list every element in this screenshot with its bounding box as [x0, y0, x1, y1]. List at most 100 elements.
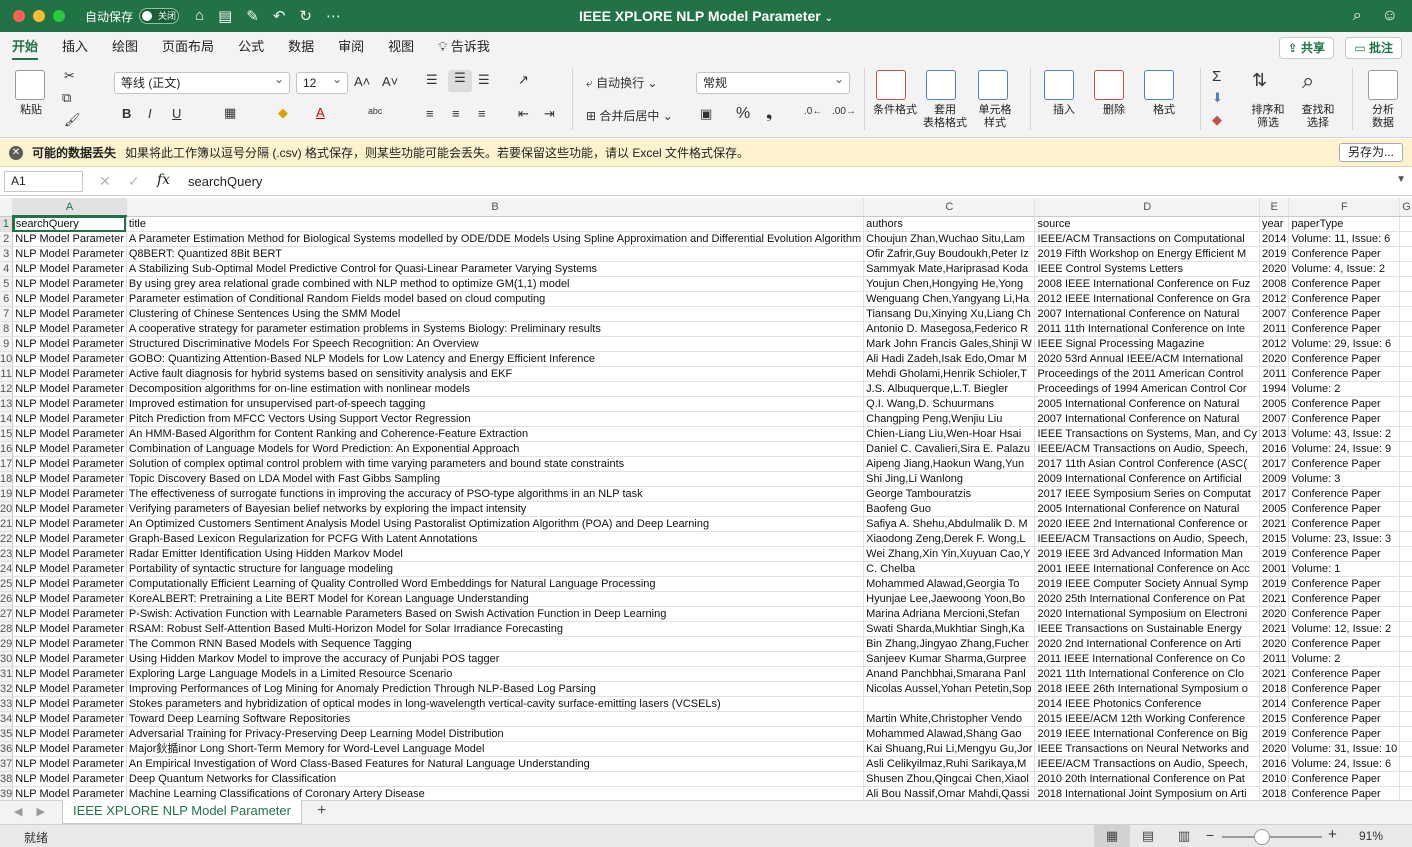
cell-e[interactable]: 2010 — [1259, 771, 1290, 787]
cell-a[interactable]: NLP Model Parameter — [12, 321, 127, 337]
insert-label[interactable]: 插入 — [1044, 104, 1084, 117]
cell-a[interactable]: NLP Model Parameter — [12, 231, 127, 247]
cell-b[interactable]: Adversarial Training for Privacy-Preserv… — [126, 726, 865, 742]
cell-d[interactable]: IEEE/ACM Transactions on Audio, Speech, — [1034, 531, 1260, 547]
cell-d[interactable]: 2018 IEEE 26th International Symposium o — [1034, 681, 1260, 697]
cell-f[interactable]: Conference Paper — [1288, 486, 1401, 502]
cell-c[interactable]: authors — [863, 216, 1036, 232]
cell-e[interactable]: 2018 — [1259, 681, 1290, 697]
font-color-icon[interactable]: A — [316, 105, 325, 120]
cell-f[interactable]: Conference Paper — [1288, 726, 1401, 742]
cell-d[interactable]: 2001 IEEE International Conference on Ac… — [1034, 561, 1260, 577]
autosum-icon[interactable]: Σ — [1212, 68, 1221, 85]
cell-c[interactable]: George Tambouratzis — [863, 486, 1036, 502]
tab-data[interactable]: 数据 — [276, 32, 326, 62]
cell-c[interactable]: Antonio D. Masegosa,Federico R — [863, 321, 1036, 337]
cell-e[interactable]: 1994 — [1259, 381, 1290, 397]
cell-f[interactable]: Conference Paper — [1288, 456, 1401, 472]
cell-g[interactable] — [1399, 516, 1412, 532]
cell-d[interactable]: IEEE Transactions on Sustainable Energy — [1034, 621, 1260, 637]
cell-a[interactable]: NLP Model Parameter — [12, 576, 127, 592]
cell-f[interactable]: Volume: 4, Issue: 2 — [1288, 261, 1401, 277]
row-header[interactable]: 16 — [0, 441, 14, 457]
tab-review[interactable]: 审阅 — [326, 32, 376, 62]
minimize-window-button[interactable] — [33, 10, 45, 22]
cell-a[interactable]: NLP Model Parameter — [12, 741, 127, 757]
cell-a[interactable]: NLP Model Parameter — [12, 771, 127, 787]
row-header[interactable]: 30 — [0, 651, 14, 667]
cell-g[interactable] — [1399, 321, 1412, 337]
close-window-button[interactable] — [13, 10, 25, 22]
cell-c[interactable]: Marina Adriana Mercioni,Stefan — [863, 606, 1036, 622]
row-header[interactable]: 22 — [0, 531, 14, 547]
cell-a[interactable]: NLP Model Parameter — [12, 546, 127, 562]
row-header[interactable]: 6 — [0, 291, 14, 307]
cell-f[interactable]: Conference Paper — [1288, 576, 1401, 592]
sort-filter-label[interactable]: 排序和 筛选 — [1246, 104, 1290, 130]
cell-f[interactable]: Volume: 3 — [1288, 471, 1401, 487]
cell-f[interactable]: Conference Paper — [1288, 276, 1401, 292]
cell-f[interactable]: Conference Paper — [1288, 306, 1401, 322]
cell-b[interactable]: Computationally Efficient Learning of Qu… — [126, 576, 865, 592]
cell-a[interactable]: NLP Model Parameter — [12, 786, 127, 800]
cell-g[interactable] — [1399, 786, 1412, 800]
row-header[interactable]: 37 — [0, 756, 14, 772]
align-left-icon[interactable]: ≡ — [426, 106, 434, 121]
cell-b[interactable]: RSAM: Robust Self-Attention Based Multi-… — [126, 621, 865, 637]
increase-indent-icon[interactable]: ⇥ — [544, 106, 555, 122]
cell-a[interactable]: NLP Model Parameter — [12, 261, 127, 277]
cell-a[interactable]: NLP Model Parameter — [12, 726, 127, 742]
cell-f[interactable]: Conference Paper — [1288, 696, 1401, 712]
cell-e[interactable]: 2009 — [1259, 471, 1290, 487]
cell-d[interactable]: 2020 53rd Annual IEEE/ACM International — [1034, 351, 1260, 367]
row-header[interactable]: 24 — [0, 561, 14, 577]
cell-f[interactable]: Conference Paper — [1288, 786, 1401, 800]
cell-d[interactable]: 2008 IEEE International Conference on Fu… — [1034, 276, 1260, 292]
cell-g[interactable] — [1399, 546, 1412, 562]
formula-input[interactable]: searchQuery — [188, 174, 262, 189]
cell-d[interactable]: 2017 IEEE Symposium Series on Computat — [1034, 486, 1260, 502]
comma-style-icon[interactable]: ❟ — [766, 105, 772, 123]
cell-e[interactable]: 2007 — [1259, 306, 1290, 322]
cell-b[interactable]: Combination of Language Models for Word … — [126, 441, 865, 457]
next-sheet-icon[interactable]: ▶ — [36, 805, 44, 818]
cell-d[interactable]: 2011 IEEE International Conference on Co — [1034, 651, 1260, 667]
cell-c[interactable]: Mohammed Alawad,Shang Gao — [863, 726, 1036, 742]
row-header[interactable]: 5 — [0, 276, 14, 292]
cell-e[interactable]: 2005 — [1259, 396, 1290, 412]
tab-draw[interactable]: 绘图 — [100, 32, 150, 62]
cell-d[interactable]: IEEE/ACM Transactions on Audio, Speech, — [1034, 441, 1260, 457]
cell-d[interactable]: 2012 IEEE International Conference on Gr… — [1034, 291, 1260, 307]
cell-e[interactable]: 2016 — [1259, 756, 1290, 772]
cell-f[interactable]: Conference Paper — [1288, 771, 1401, 787]
cell-c[interactable]: Tiansang Du,Xinying Xu,Liang Ch — [863, 306, 1036, 322]
cell-d[interactable]: 2020 International Symposium on Electron… — [1034, 606, 1260, 622]
cell-b[interactable]: Improving Performances of Log Mining for… — [126, 681, 865, 697]
cell-e[interactable]: 2014 — [1259, 231, 1290, 247]
zoom-slider-track[interactable] — [1222, 836, 1322, 838]
cell-d[interactable]: 2020 IEEE 2nd International Conference o… — [1034, 516, 1260, 532]
conditional-format-icon[interactable] — [876, 70, 906, 100]
cell-e[interactable]: 2012 — [1259, 291, 1290, 307]
phonetic-icon[interactable]: ᵃᵇᶜ — [368, 105, 382, 120]
cell-b[interactable]: Clustering of Chinese Sentences Using th… — [126, 306, 865, 322]
cell-d[interactable]: 2020 2nd International Conference on Art… — [1034, 636, 1260, 652]
cell-e[interactable]: 2019 — [1259, 576, 1290, 592]
row-header[interactable]: 1 — [0, 216, 14, 232]
format-label[interactable]: 格式 — [1144, 104, 1184, 117]
cell-e[interactable]: 2020 — [1259, 636, 1290, 652]
cell-b[interactable]: Using Hidden Markov Model to improve the… — [126, 651, 865, 667]
cell-a[interactable]: NLP Model Parameter — [12, 366, 127, 382]
sheet-tab-active[interactable]: IEEE XPLORE NLP Model Parameter — [62, 800, 302, 824]
fill-color-icon[interactable]: ◆ — [278, 105, 288, 121]
cell-d[interactable]: source — [1034, 216, 1260, 232]
cell-c[interactable]: Shusen Zhou,Qingcai Chen,Xiaol — [863, 771, 1036, 787]
cell-b[interactable]: By using grey area relational grade comb… — [126, 276, 865, 292]
cell-a[interactable]: NLP Model Parameter — [12, 441, 127, 457]
cell-g[interactable] — [1399, 621, 1412, 637]
cell-b[interactable]: Pitch Prediction from MFCC Vectors Using… — [126, 411, 865, 427]
cell-f[interactable]: Conference Paper — [1288, 321, 1401, 337]
borders-icon[interactable]: ▦ — [224, 105, 236, 121]
cell-a[interactable]: NLP Model Parameter — [12, 651, 127, 667]
fill-icon[interactable]: ⬇ — [1212, 90, 1223, 106]
